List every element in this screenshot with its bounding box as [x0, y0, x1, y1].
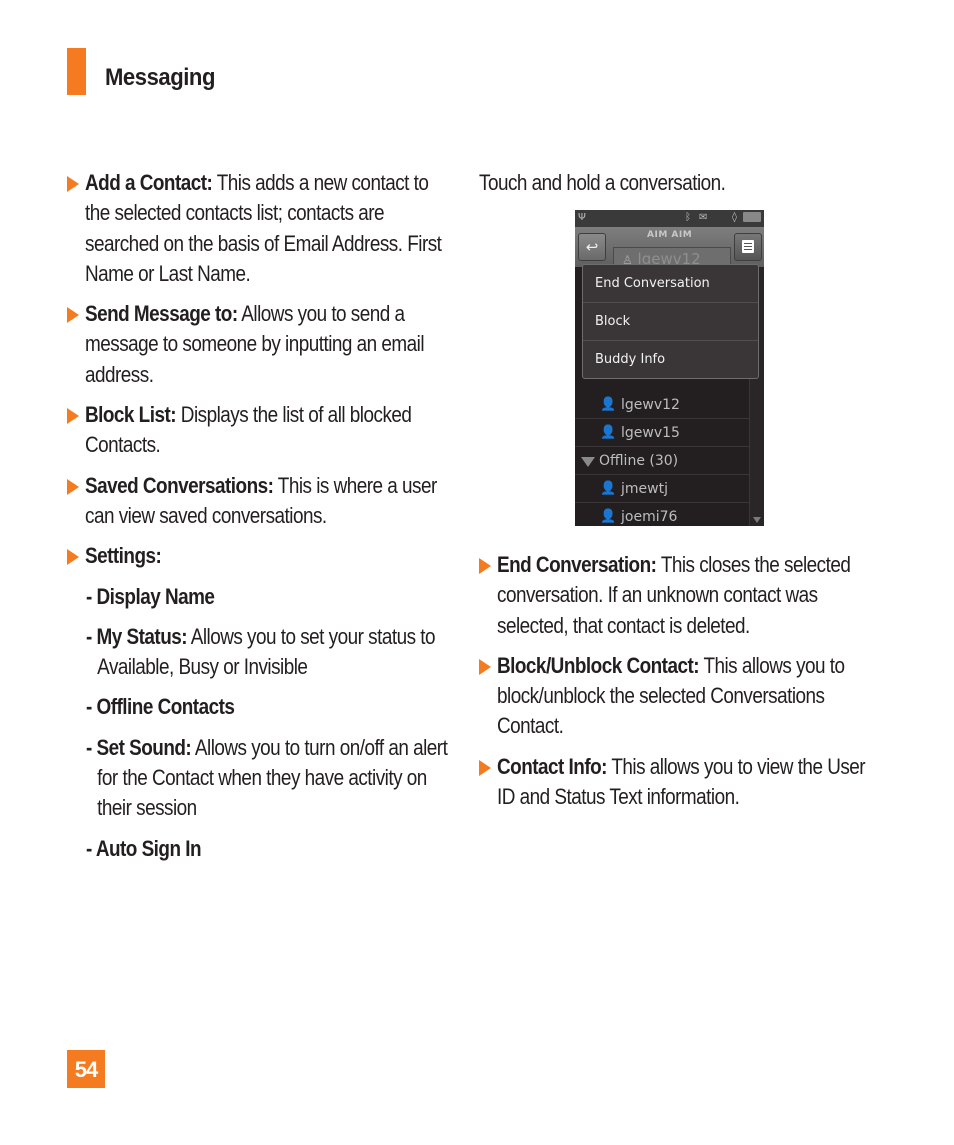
section-title: Messaging	[105, 64, 215, 91]
contact-name: jmewtj	[621, 481, 668, 497]
service-label: AIM AIM	[647, 230, 693, 240]
back-arrow-icon: ↩	[585, 238, 599, 256]
setting-my-status: - My Status: Allows you to set your stat…	[67, 622, 452, 683]
collapse-triangle-icon	[581, 457, 595, 467]
setting-auto-sign-in: - Auto Sign In	[67, 834, 452, 864]
intro-text: Touch and hold a conversation.	[479, 170, 726, 195]
section-marker	[67, 48, 86, 95]
item-block-list: Block List: Displays the list of all blo…	[67, 400, 452, 461]
term: Add a Contact:	[85, 170, 213, 195]
term: - Display Name	[86, 583, 215, 609]
page-number: 54	[67, 1050, 105, 1088]
term: Contact Info:	[497, 753, 607, 779]
item-add-contact: Add a Contact: This adds a new contact t…	[67, 168, 452, 289]
menu-item-block[interactable]: Block	[583, 303, 758, 341]
term: - Offline Contacts	[86, 694, 235, 720]
item-contact-info: Contact Info: This allows you to view th…	[479, 752, 869, 813]
status-bar: Ψ ᛒ ✉ ◊	[575, 210, 764, 227]
menu-button[interactable]	[734, 233, 762, 261]
bullet-arrow-icon	[479, 658, 491, 675]
offline-user-icon: 👤	[600, 509, 617, 524]
item-saved-conversations: Saved Conversations: This is where a use…	[67, 471, 452, 532]
item-end-conversation: End Conversation: This closes the select…	[479, 550, 869, 641]
item-settings: Settings:	[67, 541, 452, 571]
term: Settings:	[85, 543, 162, 569]
list-item[interactable]: 👤 joemi76	[575, 503, 750, 526]
phone-screenshot: Ψ ᛒ ✉ ◊ ↩ AIM AIM ♙ lgewv12 👤 lgewv12 👤 …	[575, 210, 764, 526]
term: Saved Conversations:	[85, 472, 274, 498]
group-name: Offline (30)	[599, 453, 679, 469]
group-header-offline[interactable]: Offline (30)	[575, 447, 750, 475]
term: Block/Unblock Contact:	[497, 652, 700, 678]
back-button[interactable]: ↩	[578, 233, 606, 261]
contact-name: joemi76	[621, 509, 678, 525]
bullet-arrow-icon	[479, 558, 491, 574]
signal-icon: Ψ	[578, 212, 586, 223]
term: End Conversation:	[497, 552, 657, 577]
bullet-arrow-icon	[67, 307, 79, 324]
menu-item-end-conversation[interactable]: End Conversation	[583, 265, 758, 303]
context-menu: End Conversation Block Buddy Info	[582, 264, 759, 379]
list-item[interactable]: 👤 lgewv12	[575, 391, 750, 419]
menu-list-icon	[742, 240, 754, 253]
item-block-unblock: Block/Unblock Contact: This allows you t…	[479, 651, 869, 742]
bullet-arrow-icon	[67, 549, 79, 566]
sms-icon: ✉	[699, 212, 708, 223]
online-user-icon: 👤	[600, 425, 617, 440]
list-item[interactable]: 👤 jmewtj	[575, 475, 750, 503]
battery-icon	[743, 212, 761, 222]
bluetooth-icon: ᛒ	[685, 212, 691, 223]
vibrate-icon: ◊	[732, 212, 737, 223]
bullet-arrow-icon	[67, 478, 79, 495]
bullet-arrow-icon	[67, 176, 79, 192]
menu-item-buddy-info[interactable]: Buddy Info	[583, 341, 758, 379]
term: - Auto Sign In	[86, 835, 202, 861]
setting-display-name: - Display Name	[67, 582, 452, 612]
list-item[interactable]: 👤 lgewv15	[575, 419, 750, 447]
scroll-down-arrow-icon[interactable]	[753, 517, 761, 523]
bullet-arrow-icon	[67, 408, 79, 425]
online-user-icon: 👤	[600, 397, 617, 412]
setting-set-sound: - Set Sound: Allows you to turn on/off a…	[67, 733, 452, 824]
bullet-arrow-icon	[479, 759, 491, 776]
offline-user-icon: 👤	[600, 481, 617, 496]
right-column-items: End Conversation: This closes the select…	[479, 550, 869, 822]
contact-name: lgewv12	[621, 397, 680, 413]
term: Block List:	[85, 402, 177, 428]
term: Send Message to:	[85, 301, 238, 327]
setting-offline-contacts: - Offline Contacts	[67, 692, 452, 722]
item-send-message: Send Message to: Allows you to send a me…	[67, 299, 452, 390]
contact-name: lgewv15	[621, 425, 680, 441]
term: - My Status:	[86, 623, 188, 649]
term: - Set Sound:	[86, 734, 192, 760]
left-column: Add a Contact: This adds a new contact t…	[67, 168, 452, 874]
title-bar: ↩ AIM AIM ♙ lgewv12	[575, 227, 764, 269]
right-column-intro: Touch and hold a conversation.	[479, 168, 859, 198]
